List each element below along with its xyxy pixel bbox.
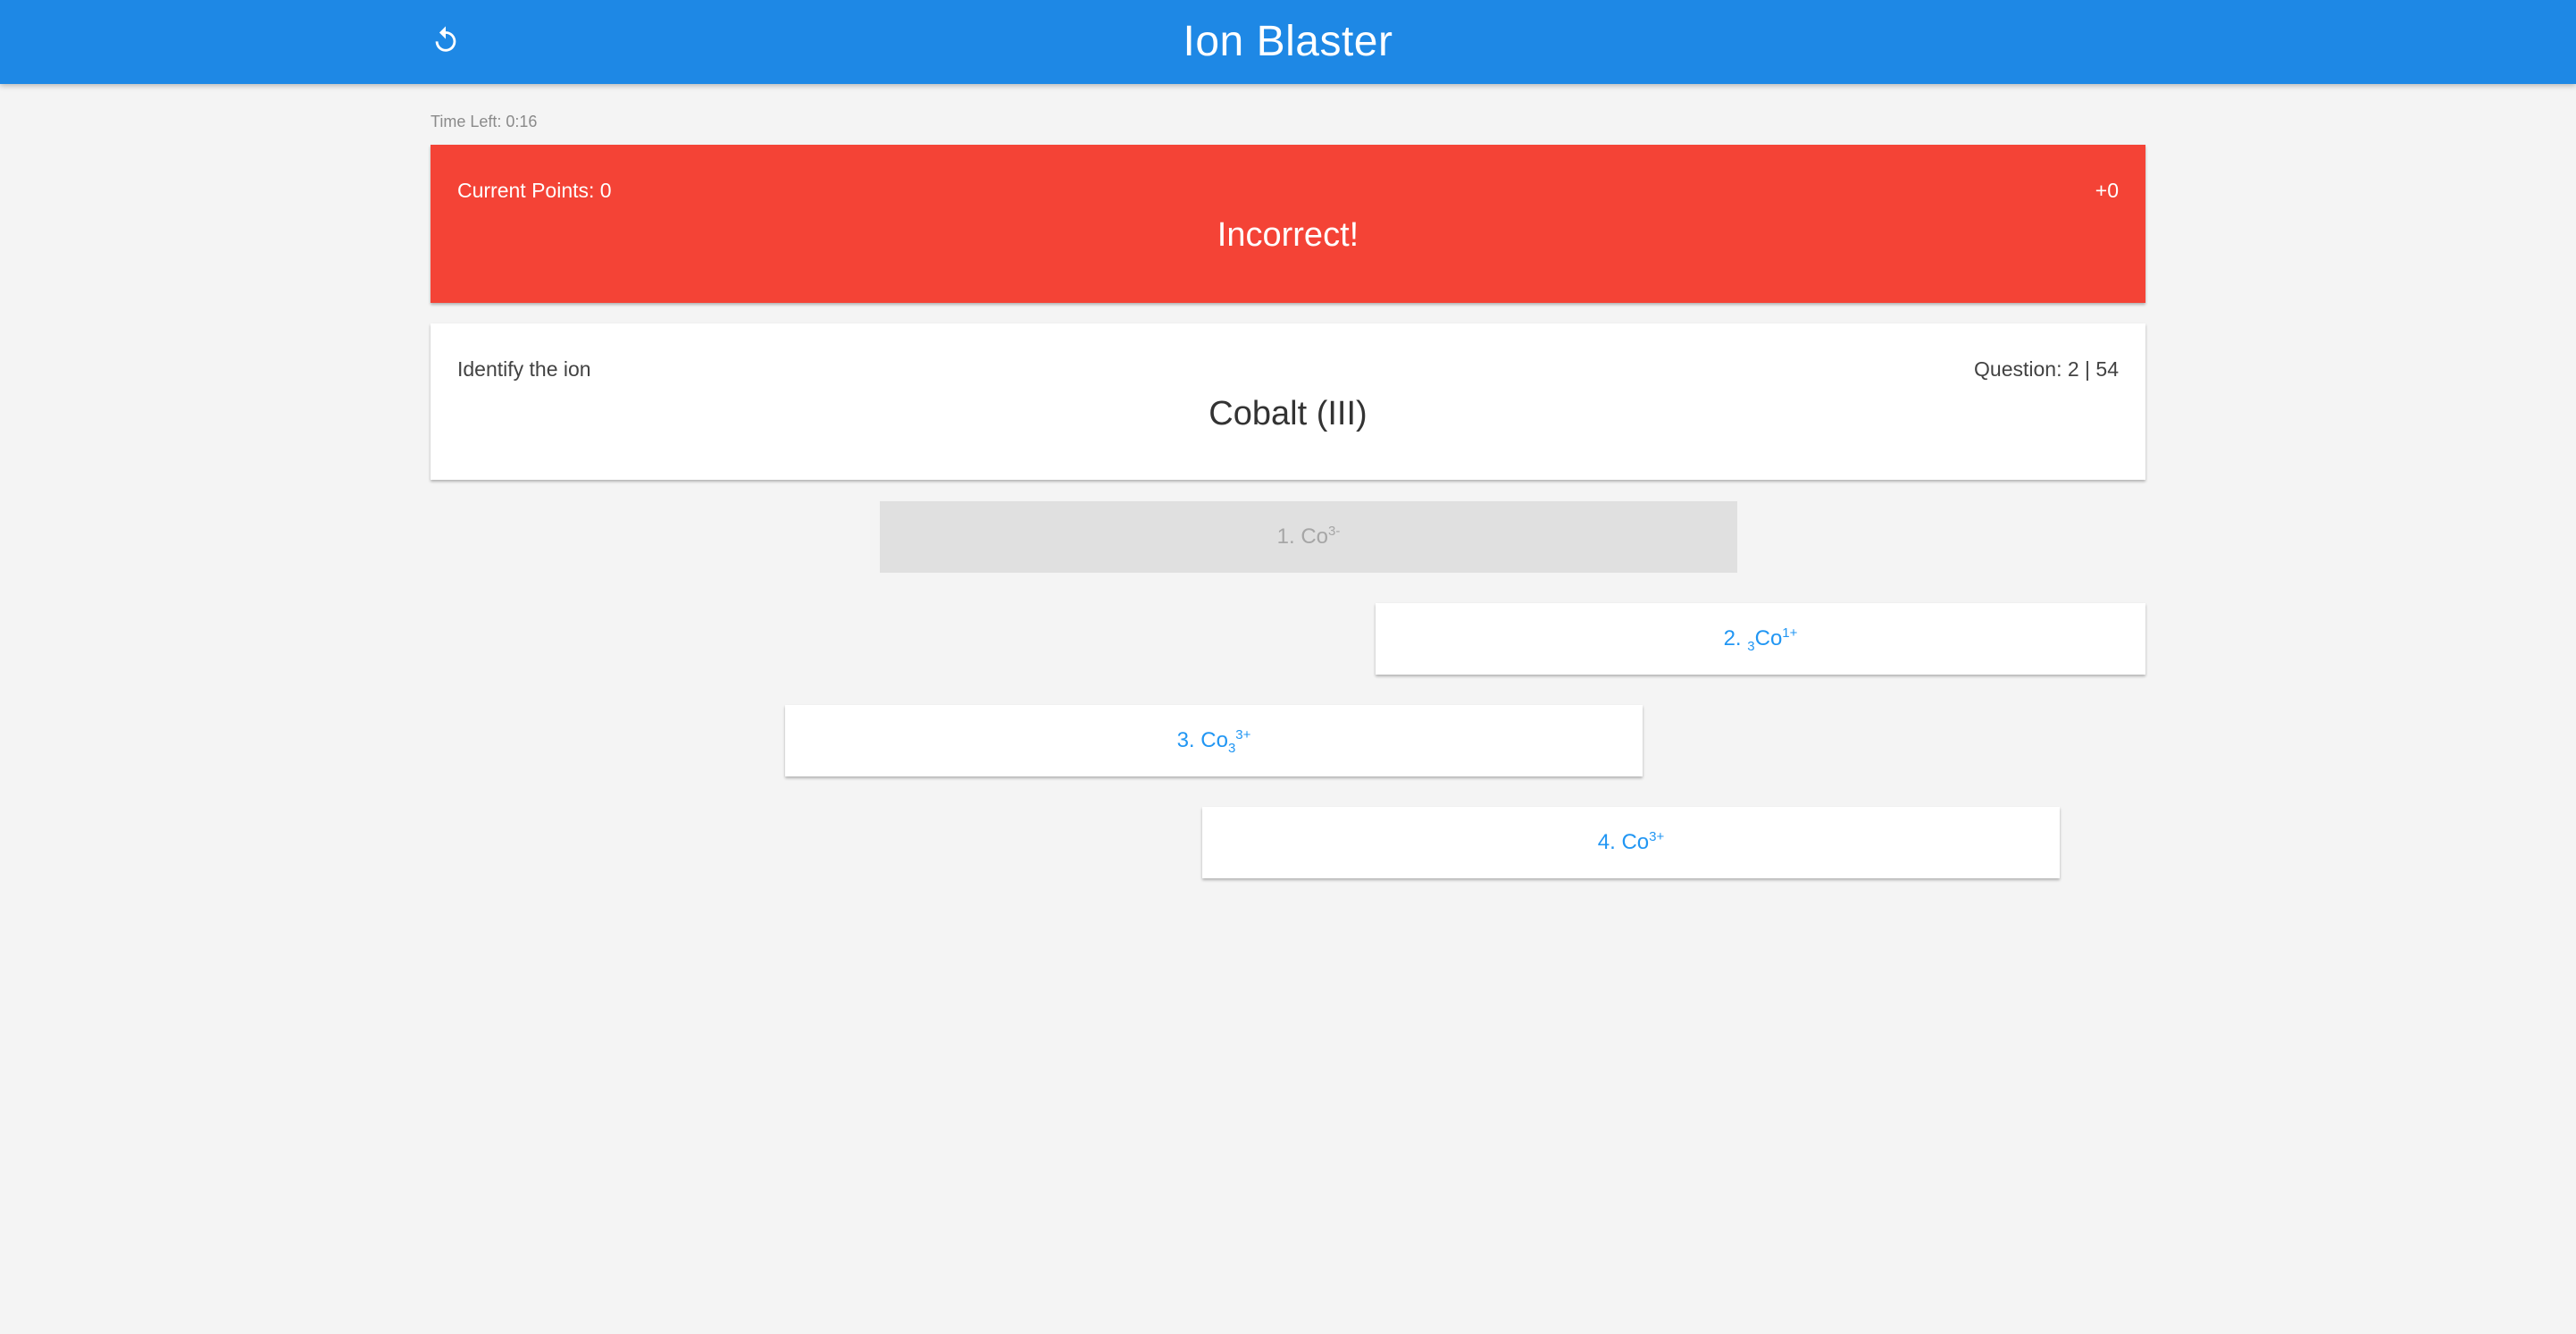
answer-option-1: 1. Co3- [880,501,1737,573]
answer-label: 4. Co3+ [1597,829,1665,854]
current-points: Current Points: 0 [457,179,612,202]
answer-label: 3. Co33+ [1176,727,1251,756]
answer-option-4[interactable]: 4. Co3+ [1202,807,2060,878]
reset-button[interactable] [422,18,470,66]
answer-option-3[interactable]: 3. Co33+ [785,705,1643,776]
feedback-message: Incorrect! [1217,216,1359,254]
answer-option-2[interactable]: 2. 3Co1+ [1376,603,2145,675]
points-delta: +0 [2095,179,2119,202]
app-bar: Ion Blaster [0,0,2576,84]
question-card: Identify the ion Question: 2 | 54 Cobalt… [431,323,2145,480]
score-card: Current Points: 0 +0 Incorrect! [431,145,2145,303]
time-left: Time Left: 0:16 [431,113,538,130]
app-title: Ion Blaster [1183,18,1393,65]
question-subject: Cobalt (III) [1209,395,1367,432]
question-prompt: Identify the ion [457,357,591,381]
answer-label: 1. Co3- [1276,524,1341,549]
question-counter: Question: 2 | 54 [1974,357,2119,381]
refresh-icon [431,25,461,60]
answer-label: 2. 3Co1+ [1723,625,1798,654]
